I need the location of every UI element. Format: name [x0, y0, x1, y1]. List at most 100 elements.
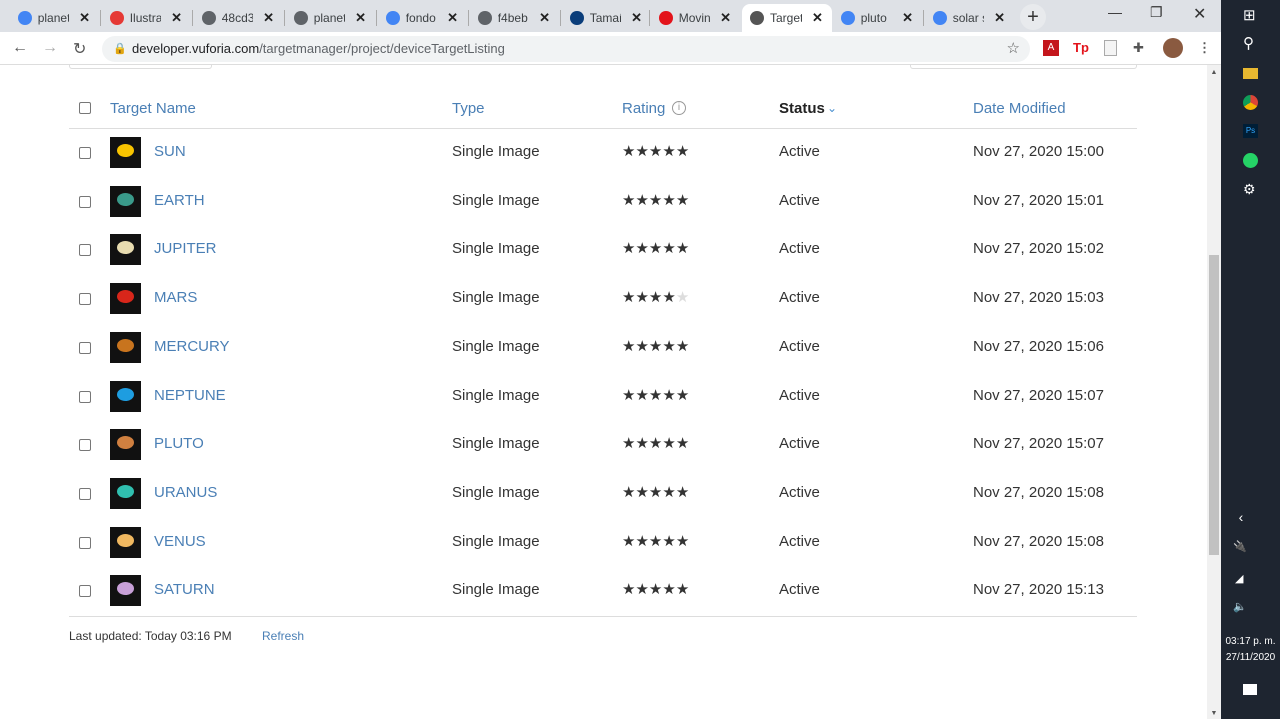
sort-chevron-down-icon[interactable]: ⌄ — [827, 101, 837, 115]
table-row[interactable]: VENUS Single Image ★★★★★ Active Nov 27, … — [0, 518, 1207, 566]
star-icon: ★ — [675, 581, 690, 599]
star-icon: ★ — [622, 435, 636, 453]
target-name-link[interactable]: SATURN — [154, 566, 215, 614]
close-tab-icon[interactable]: ✕ — [812, 10, 823, 26]
page-scrollbar[interactable]: ▲ ▼ — [1207, 65, 1221, 719]
clock-date[interactable]: 27/11/2020 — [1221, 652, 1280, 663]
row-checkbox[interactable] — [79, 293, 91, 306]
wifi-icon[interactable]: ◢ — [1235, 572, 1243, 585]
browser-tab[interactable]: Ilustra ✕ — [102, 4, 190, 32]
volume-icon[interactable]: 🔈 — [1233, 600, 1247, 613]
table-row[interactable]: SUN Single Image ★★★★★ Active Nov 27, 20… — [0, 128, 1207, 176]
search-icon[interactable]: ⚲ — [1243, 34, 1254, 52]
close-tab-icon[interactable]: ✕ — [902, 10, 913, 26]
scrollbar-thumb[interactable] — [1209, 255, 1219, 555]
table-row[interactable]: MERCURY Single Image ★★★★★ Active Nov 27… — [0, 323, 1207, 371]
browser-tab[interactable]: 48cd3 ✕ — [194, 4, 282, 32]
target-name-link[interactable]: EARTH — [154, 177, 205, 225]
footer-divider — [69, 616, 1137, 617]
close-tab-icon[interactable]: ✕ — [631, 10, 642, 26]
row-checkbox[interactable] — [79, 195, 91, 208]
target-name-link[interactable]: URANUS — [154, 469, 217, 517]
row-checkbox[interactable] — [79, 341, 91, 354]
close-tab-icon[interactable]: ✕ — [539, 10, 550, 26]
date-modified: Nov 27, 2020 15:13 — [973, 581, 1104, 599]
photoshop-icon[interactable]: Ps — [1243, 124, 1258, 138]
browser-tab[interactable]: Target ✕ — [742, 4, 832, 32]
browser-tab[interactable]: pluto ✕ — [833, 4, 921, 32]
table-row[interactable]: EARTH Single Image ★★★★★ Active Nov 27, … — [0, 177, 1207, 225]
whatsapp-icon[interactable] — [1243, 153, 1258, 168]
target-name-link[interactable]: MARS — [154, 274, 197, 322]
acrobat-extension-icon[interactable]: A — [1043, 40, 1059, 56]
minimize-button[interactable]: — — [1108, 4, 1122, 20]
target-name-link[interactable]: NEPTUNE — [154, 372, 226, 420]
new-tab-button[interactable]: + — [1020, 4, 1046, 30]
star-icon: ★ — [662, 191, 676, 209]
refresh-link[interactable]: Refresh — [262, 629, 304, 643]
star-icon: ★ — [662, 435, 676, 453]
table-row[interactable]: MARS Single Image ★★★★★ Active Nov 27, 2… — [0, 274, 1207, 322]
table-row[interactable]: PLUTO Single Image ★★★★★ Active Nov 27, … — [0, 420, 1207, 468]
close-window-button[interactable]: ✕ — [1193, 4, 1206, 24]
header-type[interactable]: Type — [452, 100, 485, 117]
settings-gear-icon[interactable]: ⚙ — [1243, 181, 1256, 198]
forward-icon[interactable]: → — [42, 39, 58, 57]
header-status[interactable]: Status — [779, 100, 825, 117]
close-tab-icon[interactable]: ✕ — [994, 10, 1005, 26]
star-icon: ★ — [648, 289, 663, 307]
browser-tab[interactable]: f4beb ✕ — [470, 4, 558, 32]
row-checkbox[interactable] — [79, 439, 91, 452]
browser-tab[interactable]: planet ✕ — [10, 4, 98, 32]
browser-tab[interactable]: Tamañ ✕ — [562, 4, 650, 32]
chrome-icon[interactable] — [1243, 95, 1258, 110]
target-name-link[interactable]: SUN — [154, 128, 186, 176]
row-checkbox[interactable] — [79, 585, 91, 598]
close-tab-icon[interactable]: ✕ — [447, 10, 458, 26]
row-checkbox[interactable] — [79, 244, 91, 257]
browser-tab[interactable]: Movin ✕ — [651, 4, 739, 32]
windows-start-icon[interactable]: ⊞ — [1243, 6, 1256, 24]
document-extension-icon[interactable] — [1104, 40, 1117, 56]
header-rating[interactable]: Rating — [622, 100, 665, 117]
extensions-puzzle-icon[interactable]: ✚ — [1133, 40, 1144, 56]
file-explorer-icon[interactable] — [1243, 68, 1258, 79]
browser-tab[interactable]: solar s ✕ — [925, 4, 1013, 32]
target-name-link[interactable]: VENUS — [154, 518, 206, 566]
chevron-left-icon[interactable]: ‹ — [1221, 509, 1261, 525]
clock-time[interactable]: 03:17 p. m. — [1221, 636, 1280, 647]
target-name-link[interactable]: MERCURY — [154, 323, 230, 371]
row-checkbox[interactable] — [79, 147, 91, 159]
close-tab-icon[interactable]: ✕ — [263, 10, 274, 26]
info-icon[interactable]: i — [672, 101, 686, 115]
close-tab-icon[interactable]: ✕ — [720, 10, 731, 26]
battery-icon[interactable]: 🔌 — [1233, 540, 1247, 553]
row-checkbox[interactable] — [79, 487, 91, 500]
profile-avatar[interactable] — [1163, 38, 1183, 58]
url-input[interactable]: 🔒 developer.vuforia.com/targetmanager/pr… — [102, 36, 1030, 62]
back-icon[interactable]: ← — [12, 39, 28, 57]
tp-extension-icon[interactable]: Tp — [1073, 40, 1089, 55]
notifications-icon[interactable] — [1243, 684, 1257, 695]
header-date-modified[interactable]: Date Modified — [973, 100, 1066, 117]
close-tab-icon[interactable]: ✕ — [171, 10, 182, 26]
menu-kebab-icon[interactable]: ⋮ — [1198, 40, 1211, 56]
close-tab-icon[interactable]: ✕ — [79, 10, 90, 26]
restore-button[interactable]: ❐ — [1150, 4, 1163, 21]
select-all-checkbox[interactable] — [79, 102, 91, 114]
table-row[interactable]: URANUS Single Image ★★★★★ Active Nov 27,… — [0, 469, 1207, 517]
table-row[interactable]: SATURN Single Image ★★★★★ Active Nov 27,… — [0, 566, 1207, 614]
browser-tab[interactable]: planet ✕ — [286, 4, 374, 32]
row-checkbox[interactable] — [79, 536, 91, 549]
row-checkbox[interactable] — [79, 390, 91, 403]
bookmark-star-icon[interactable]: ☆ — [1007, 36, 1020, 62]
target-name-link[interactable]: JUPITER — [154, 225, 217, 273]
top-control-remnant — [910, 65, 1137, 69]
reload-icon[interactable]: ↻ — [73, 39, 86, 59]
table-row[interactable]: NEPTUNE Single Image ★★★★★ Active Nov 27… — [0, 372, 1207, 420]
target-name-link[interactable]: PLUTO — [154, 420, 204, 468]
browser-tab[interactable]: fondo ✕ — [378, 4, 466, 32]
table-row[interactable]: JUPITER Single Image ★★★★★ Active Nov 27… — [0, 225, 1207, 273]
close-tab-icon[interactable]: ✕ — [355, 10, 366, 26]
header-target-name[interactable]: Target Name — [110, 100, 196, 117]
